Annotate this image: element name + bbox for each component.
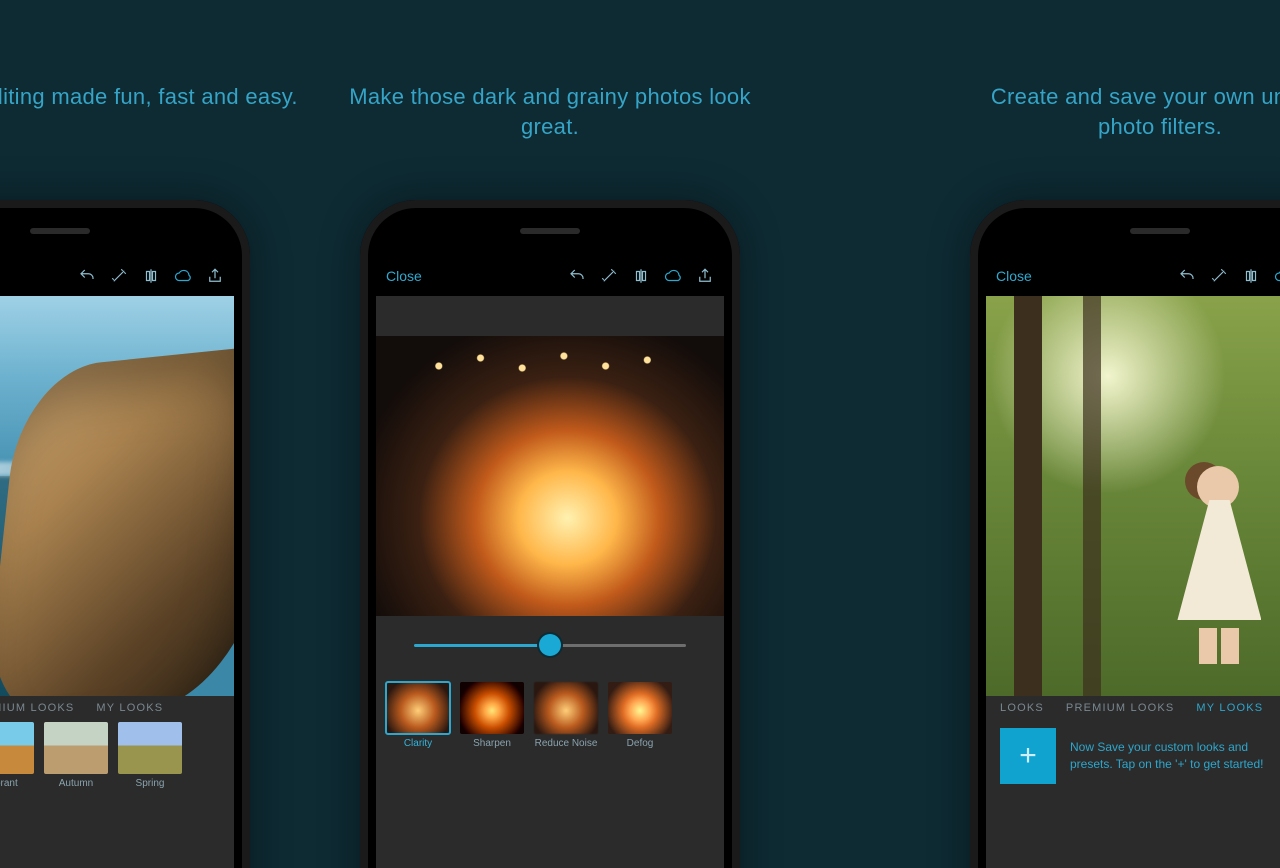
close-button[interactable]: Close	[386, 268, 422, 284]
clarity-slider[interactable]	[414, 634, 685, 658]
correction-thumbnail[interactable]: Reduce Noise	[534, 682, 598, 749]
my-looks-empty-state: + Now Save your custom looks and presets…	[986, 716, 1280, 796]
edited-photo-coast	[0, 296, 234, 696]
panel2-caption: Make those dark and grainy photos look g…	[330, 82, 770, 141]
correction-thumb-image	[460, 682, 524, 734]
app-screen-3: Close LOOKS PREMIUM LOOKS MY LOOKS	[986, 256, 1280, 868]
correction-thumbnail[interactable]: Clarity	[386, 682, 450, 749]
compare-icon[interactable]	[142, 267, 160, 285]
cloud-sync-icon[interactable]	[1274, 267, 1280, 285]
correction-thumb-label: Sharpen	[473, 738, 511, 749]
phone-frame-1: Close LOOKS PREMIUM LOOKS MY LOOKS	[0, 200, 250, 868]
compare-icon[interactable]	[1242, 267, 1260, 285]
phone-earpiece	[30, 228, 90, 234]
look-thumb-image	[0, 722, 34, 774]
look-thumb-label: Autumn	[59, 778, 93, 789]
looks-tabs: LOOKS PREMIUM LOOKS MY LOOKS	[986, 696, 1280, 716]
correction-thumb-label: Clarity	[404, 738, 432, 749]
correction-thumb-label: Defog	[627, 738, 654, 749]
cloud-sync-icon[interactable]	[174, 267, 192, 285]
promo-panel-1: editing made fun, fast and easy. Close L…	[0, 0, 280, 868]
correction-thumb-label: Reduce Noise	[535, 738, 598, 749]
image-canvas[interactable]	[376, 296, 724, 616]
image-canvas[interactable]	[986, 296, 1280, 696]
share-icon[interactable]	[696, 267, 714, 285]
app-topbar: Close	[376, 256, 724, 296]
app-screen-2: Close	[376, 256, 724, 868]
edited-photo-campfire	[376, 336, 724, 616]
look-thumbnail[interactable]: Autumn	[44, 722, 108, 789]
undo-icon[interactable]	[568, 267, 586, 285]
correction-thumbnail[interactable]: Defog	[608, 682, 672, 749]
adjustment-slider-row	[376, 616, 724, 676]
look-thumb-label: Vibrant	[0, 778, 18, 789]
phone-frame-2: Close	[360, 200, 740, 868]
looks-thumbnail-strip[interactable]: Normal Vibrant Autumn Spring	[0, 716, 234, 793]
tab-my-looks[interactable]: MY LOOKS	[1196, 702, 1263, 714]
look-thumbnail[interactable]: Vibrant	[0, 722, 34, 789]
promo-panel-2: Make those dark and grainy photos look g…	[330, 0, 770, 868]
look-thumb-label: Spring	[136, 778, 165, 789]
panel3-caption: Create and save your own unique photo fi…	[960, 82, 1280, 141]
correction-thumb-image	[608, 682, 672, 734]
look-thumb-image	[44, 722, 108, 774]
undo-icon[interactable]	[78, 267, 96, 285]
look-thumb-image	[118, 722, 182, 774]
app-screen-1: Close LOOKS PREMIUM LOOKS MY LOOKS	[0, 256, 234, 868]
corrections-thumbnail-strip[interactable]: Clarity Sharpen Reduce Noise Defog	[376, 676, 724, 753]
tab-premium-looks[interactable]: PREMIUM LOOKS	[1066, 702, 1175, 714]
app-topbar: Close	[986, 256, 1280, 296]
tab-premium-looks[interactable]: PREMIUM LOOKS	[0, 702, 74, 714]
phone-frame-3: Close LOOKS PREMIUM LOOKS MY LOOKS	[970, 200, 1280, 868]
tab-looks[interactable]: LOOKS	[1000, 702, 1044, 714]
promo-panel-3: Create and save your own unique photo fi…	[940, 0, 1280, 868]
tab-my-looks[interactable]: MY LOOKS	[96, 702, 163, 714]
cloud-sync-icon[interactable]	[664, 267, 682, 285]
app-topbar: Close	[0, 256, 234, 296]
correction-thumb-image	[534, 682, 598, 734]
close-button[interactable]: Close	[996, 268, 1032, 284]
correction-thumb-image	[386, 682, 450, 734]
phone-earpiece	[1130, 228, 1190, 234]
compare-icon[interactable]	[632, 267, 650, 285]
magic-wand-icon[interactable]	[1210, 267, 1228, 285]
looks-tabs: LOOKS PREMIUM LOOKS MY LOOKS	[0, 696, 234, 716]
image-canvas[interactable]	[0, 296, 234, 696]
my-looks-hint: Now Save your custom looks and presets. …	[1070, 739, 1280, 773]
magic-wand-icon[interactable]	[600, 267, 618, 285]
correction-thumbnail[interactable]: Sharpen	[460, 682, 524, 749]
add-look-button[interactable]: +	[1000, 728, 1056, 784]
edited-photo-forest-child	[986, 296, 1280, 696]
undo-icon[interactable]	[1178, 267, 1196, 285]
share-icon[interactable]	[206, 267, 224, 285]
look-thumbnail[interactable]: Spring	[118, 722, 182, 789]
panel1-caption: editing made fun, fast and easy.	[0, 82, 330, 112]
magic-wand-icon[interactable]	[110, 267, 128, 285]
phone-earpiece	[520, 228, 580, 234]
slider-thumb[interactable]	[539, 634, 561, 656]
